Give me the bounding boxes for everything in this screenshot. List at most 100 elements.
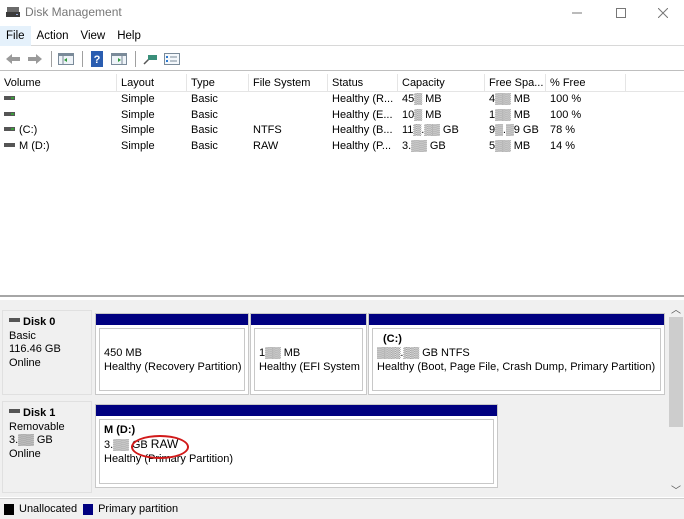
status-cell: Healthy (P... <box>332 139 392 152</box>
help-button[interactable]: ? <box>87 49 107 69</box>
disk-0-label[interactable]: Disk 0 Basic 116.46 GB Online <box>2 310 92 395</box>
percent-free-cell: 78 % <box>550 124 576 136</box>
table-row[interactable]: Simple Basic Healthy (R... 45▒ MB 4▒▒ MB… <box>0 92 684 108</box>
column-header-filler <box>626 74 684 92</box>
column-header-file-system[interactable]: File System <box>249 74 328 92</box>
file-system-cell: NTFS <box>253 124 282 136</box>
file-system-cell <box>249 92 328 108</box>
table-row[interactable]: (C:) Simple Basic NTFS Healthy (B... 11▒… <box>0 123 684 139</box>
disk-management-window: Disk Management File Action View Help ? <box>0 0 684 519</box>
free-space-cell: 4▒▒ MB <box>489 93 531 105</box>
properties-button[interactable] <box>162 49 182 69</box>
percent-free-cell: 100 % <box>550 108 582 121</box>
disk-name: Disk 0 <box>23 316 56 328</box>
minimize-icon <box>572 12 582 13</box>
status-cell: Healthy (E... <box>332 108 393 121</box>
menu-help[interactable]: Help <box>111 26 147 46</box>
primary-partition-swatch <box>83 503 94 515</box>
volume-icon <box>4 142 15 147</box>
status-cell: Healthy (B... <box>332 124 393 136</box>
menu-view[interactable]: View <box>75 26 112 46</box>
scroll-thumb[interactable] <box>669 317 683 427</box>
title-bar: Disk Management <box>0 0 684 25</box>
partition-name: (C:) <box>383 333 402 345</box>
forward-button[interactable] <box>25 49 45 69</box>
type-cell: Basic <box>191 139 218 152</box>
disk-management-app-icon <box>6 7 20 17</box>
partition-size: ▒▒▒.▒▒ GB NTFS <box>377 347 470 359</box>
volume-list: Volume Layout Type File System Status Ca… <box>0 74 684 297</box>
vertical-scrollbar[interactable]: ︿ ﹀ <box>668 300 684 497</box>
column-header-status[interactable]: Status <box>328 74 398 92</box>
close-button[interactable] <box>640 0 684 25</box>
close-icon <box>658 7 668 18</box>
minimize-button[interactable] <box>554 0 600 25</box>
disk-icon <box>9 318 20 323</box>
free-space-cell: 5▒▒ MB <box>489 139 531 152</box>
table-row[interactable]: Simple Basic Healthy (E... 10▒ MB 1▒▒ MB… <box>0 108 684 124</box>
column-header-layout[interactable]: Layout <box>117 74 187 92</box>
column-header-type[interactable]: Type <box>187 74 249 92</box>
chevron-up-icon: ︿ <box>671 304 681 316</box>
primary-partition-bar <box>96 405 497 416</box>
volume-cell <box>0 108 117 124</box>
file-system-cell <box>249 108 328 124</box>
volume-icon <box>4 127 15 132</box>
partition-status: Healthy (Recovery Partition) <box>104 361 242 373</box>
volume-cell: M (D:) <box>0 139 117 155</box>
chevron-down-icon: ﹀ <box>671 485 681 497</box>
properties-icon <box>164 52 180 65</box>
type-cell: Basic <box>191 93 218 105</box>
show-action-pane-icon <box>111 52 127 65</box>
free-space-cell: 1▒▒ MB <box>489 108 531 121</box>
menu-file[interactable]: File <box>0 25 31 46</box>
back-icon <box>6 53 20 64</box>
disk-size: 116.46 GB <box>9 343 61 355</box>
maximize-button[interactable] <box>598 0 644 25</box>
toolbar: ? <box>0 47 684 71</box>
menu-action[interactable]: Action <box>31 26 75 46</box>
connect-icon <box>143 54 157 65</box>
disk-type: Removable <box>9 420 65 433</box>
partition-size: 450 MB <box>104 347 142 359</box>
scroll-down-button[interactable]: ﹀ <box>668 481 684 497</box>
table-row[interactable]: M (D:) Simple Basic RAW Healthy (P... 3.… <box>0 139 684 155</box>
layout-cell: Simple <box>121 93 155 105</box>
disk-status: Online <box>9 356 41 369</box>
volume-icon <box>4 111 15 116</box>
svg-text:?: ? <box>94 54 101 66</box>
free-space-cell: 9▒.▒9 GB <box>489 124 539 136</box>
legend-label: Unallocated <box>19 503 78 515</box>
type-cell: Basic <box>191 108 218 121</box>
forward-icon <box>28 53 42 64</box>
scroll-up-button[interactable]: ︿ <box>668 300 684 316</box>
volume-icon <box>4 96 15 101</box>
primary-partition-bar <box>369 314 664 325</box>
column-header-percent-free[interactable]: % Free <box>546 74 626 92</box>
partition-recovery[interactable]: 450 MB Healthy (Recovery Partition) <box>95 313 249 395</box>
connect-button[interactable] <box>140 49 160 69</box>
type-cell: Basic <box>191 124 218 136</box>
back-button[interactable] <box>3 49 23 69</box>
disk-icon <box>9 409 20 414</box>
column-header-free-space[interactable]: Free Spa... <box>485 74 546 92</box>
legend-bar: Unallocated Primary partition <box>0 498 684 519</box>
show-hide-console-tree-button[interactable] <box>56 49 76 69</box>
disk-1-label[interactable]: Disk 1 Removable 3.▒▒ GB Online <box>2 401 92 493</box>
column-header-capacity[interactable]: Capacity <box>398 74 485 92</box>
file-system-cell: RAW <box>253 139 279 152</box>
volume-list-header: Volume Layout Type File System Status Ca… <box>0 74 684 92</box>
partition-d[interactable]: M (D:) 3.▒▒ GB RAW Healthy (Primary Part… <box>95 404 498 488</box>
unallocated-swatch <box>4 503 14 515</box>
partition-size: 1▒▒ MB <box>259 347 301 359</box>
capacity-cell: 10▒ MB <box>402 108 442 121</box>
partition-status: Healthy (Boot, Page File, Crash Dump, Pr… <box>377 361 656 373</box>
percent-free-cell: 14 % <box>550 139 576 152</box>
column-header-volume[interactable]: Volume <box>0 74 117 92</box>
partition-efi[interactable]: 1▒▒ MB Healthy (EFI System P <box>250 313 367 395</box>
capacity-cell: 3.▒▒ GB <box>402 139 446 152</box>
partition-c[interactable]: (C:) ▒▒▒.▒▒ GB NTFS Healthy (Boot, Page … <box>368 313 665 395</box>
primary-partition-bar <box>96 314 248 325</box>
show-action-pane-button[interactable] <box>109 49 129 69</box>
menu-bar: File Action View Help <box>0 25 684 46</box>
